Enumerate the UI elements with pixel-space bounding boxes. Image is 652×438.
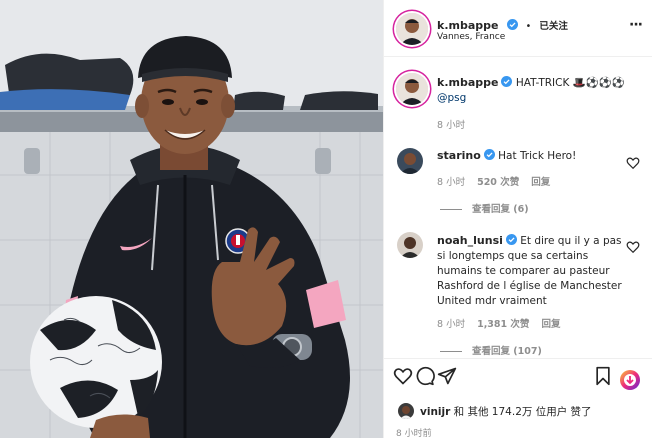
extension-icon[interactable] (620, 370, 640, 390)
dot-separator: • (525, 21, 532, 32)
photo-illustration (0, 0, 383, 438)
more-options-icon[interactable]: ··· (629, 17, 643, 33)
share-icon[interactable] (437, 366, 457, 386)
view-replies-label[interactable]: 查看回复 (6) (472, 204, 529, 215)
comment-avatar-noah-lunsi[interactable] (397, 232, 423, 258)
post-side-panel: k.mbappe • 已关注 Vannes, France ··· k.mbap… (383, 0, 652, 438)
comment-text: Hat Trick Hero! (498, 150, 577, 162)
likes-count-text: 和 其他 174.2万 位用户 赞了 (450, 406, 592, 418)
post-actions: vinijr 和 其他 174.2万 位用户 赞了 8 小时前 (384, 358, 652, 438)
caption-avatar[interactable] (396, 73, 428, 105)
post-photo (0, 0, 383, 438)
verified-badge-icon (506, 19, 518, 30)
following-button[interactable]: 已关注 (539, 21, 568, 32)
view-replies-1[interactable]: 查看回复 (6) (440, 201, 529, 215)
view-replies-label[interactable]: 查看回复 (107) (472, 346, 542, 357)
comment-time: 8 小时 (437, 319, 466, 330)
view-replies-2[interactable]: 查看回复 (107) (440, 343, 542, 357)
comment-likes[interactable]: 1,381 次赞 (477, 319, 529, 330)
caption-username[interactable]: k.mbappe (437, 76, 498, 89)
verified-badge-icon (505, 234, 517, 245)
verified-badge-icon (483, 149, 495, 160)
comment-username[interactable]: starino (437, 149, 481, 162)
post-author-username[interactable]: k.mbappe (437, 19, 498, 32)
post-timestamp: 8 小时前 (396, 429, 432, 438)
reply-button[interactable]: 回复 (531, 177, 550, 188)
replies-divider (440, 351, 462, 352)
caption: k.mbappe HAT-TRICK 🎩⚽⚽⚽ @psg (437, 75, 643, 106)
post-header: k.mbappe • 已关注 Vannes, France ··· (384, 0, 652, 57)
caption-mention[interactable]: @psg (437, 92, 466, 104)
caption-time: 8 小时 (437, 120, 466, 131)
comment-avatar-starino[interactable] (397, 148, 423, 174)
comment-like-heart-icon[interactable] (626, 156, 640, 170)
avatar[interactable] (396, 13, 428, 45)
post-location[interactable]: Vannes, France (437, 32, 505, 42)
likes-summary[interactable]: vinijr 和 其他 174.2万 位用户 赞了 (420, 404, 592, 419)
heart-icon[interactable] (393, 366, 413, 386)
caption-text: HAT-TRICK 🎩⚽⚽⚽ (515, 77, 626, 89)
comment-time: 8 小时 (437, 177, 466, 188)
comment-2-meta: 8 小时 1,381 次赞 回复 (437, 316, 572, 330)
comment-1: starino Hat Trick Hero! (437, 148, 617, 164)
bookmark-icon[interactable] (593, 366, 613, 386)
replies-divider (440, 209, 462, 210)
comment-2: noah_lunsi Et dire qu il y a pas si long… (437, 233, 625, 309)
comment-icon[interactable] (415, 366, 435, 386)
liker-username[interactable]: vinijr (420, 406, 450, 418)
comment-username[interactable]: noah_lunsi (437, 234, 503, 247)
comment-1-meta: 8 小时 520 次赞 回复 (437, 174, 562, 188)
liker-avatar[interactable] (398, 403, 414, 419)
verified-badge-icon (501, 76, 513, 87)
comment-likes[interactable]: 520 次赞 (477, 177, 519, 188)
comment-like-heart-icon[interactable] (626, 240, 640, 254)
reply-button[interactable]: 回复 (541, 319, 560, 330)
